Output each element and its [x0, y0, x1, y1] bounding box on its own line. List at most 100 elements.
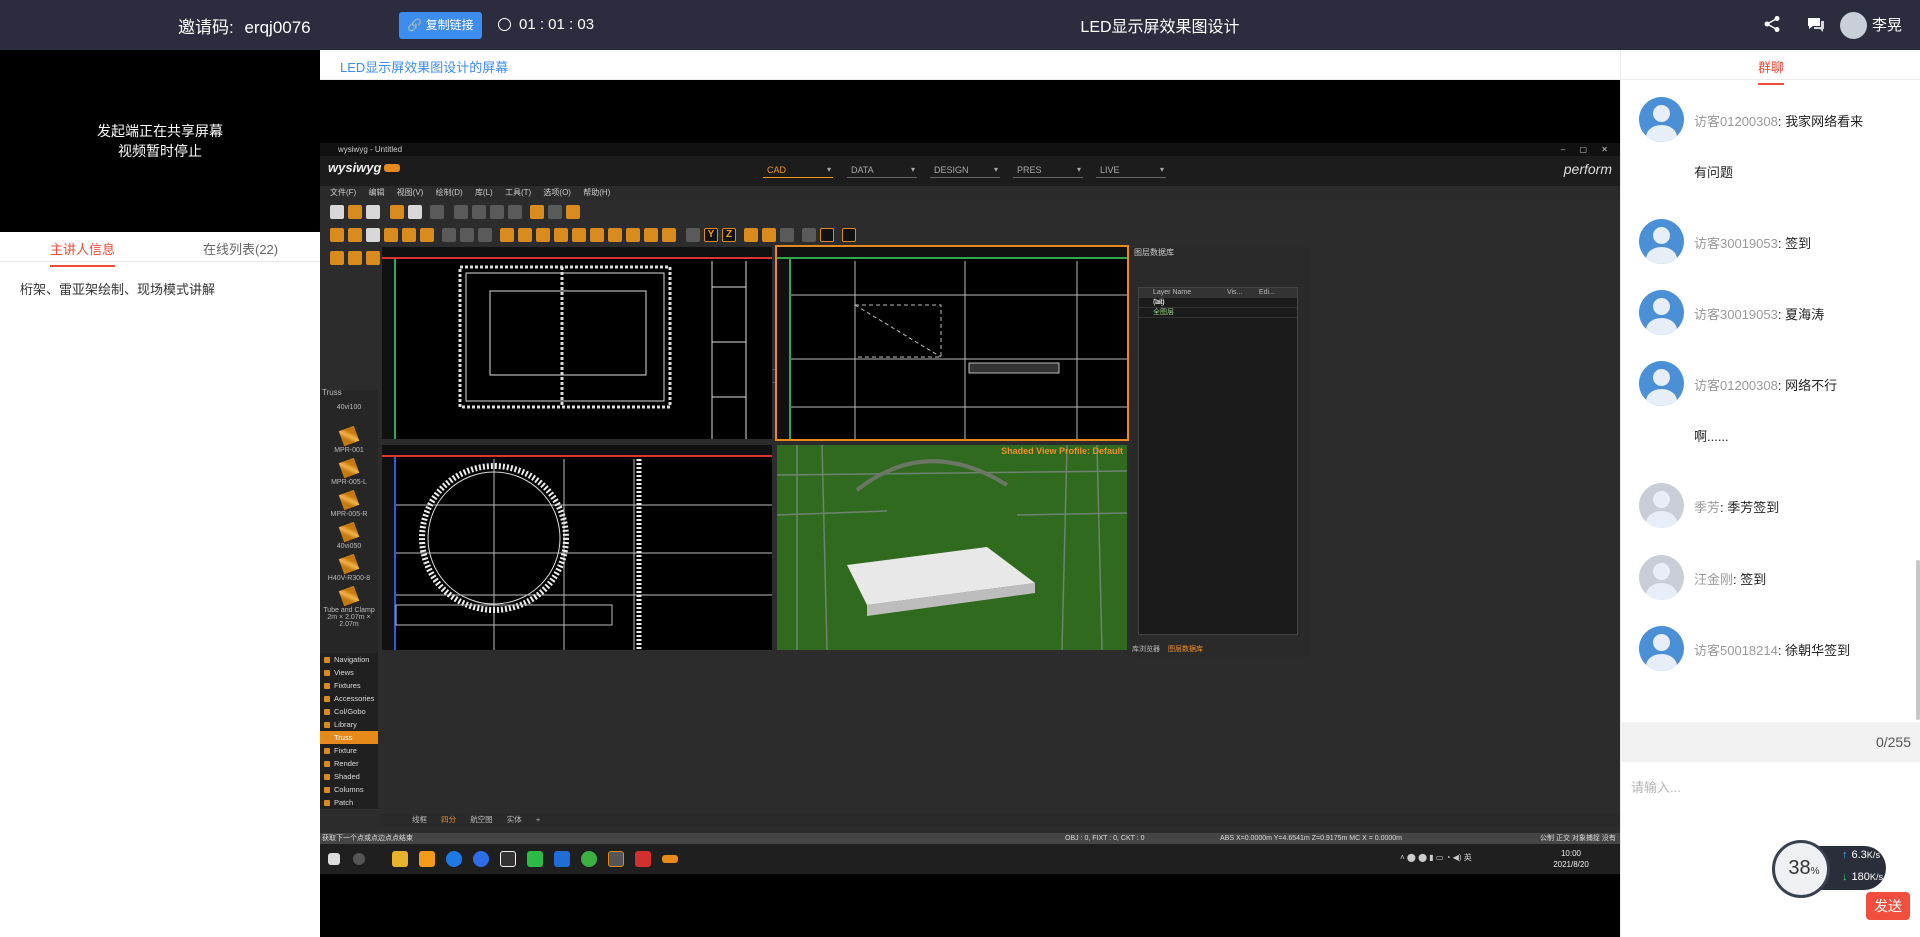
point-tool-icon[interactable] — [330, 251, 344, 265]
category-navigation[interactable]: Navigation — [320, 653, 378, 667]
chat-bubble-icon[interactable] — [1806, 15, 1826, 35]
line-tool-icon[interactable] — [348, 251, 362, 265]
mode-tab-data[interactable]: DATA — [847, 164, 917, 178]
menu-edit[interactable]: 编辑 — [368, 188, 384, 197]
library-item[interactable]: H40V-R300-8 — [320, 553, 378, 582]
menu-draw[interactable]: 绘制(D) — [436, 188, 463, 197]
snap-5-icon[interactable] — [518, 228, 532, 242]
category-truss[interactable]: Truss — [320, 731, 378, 745]
app-icon-6[interactable] — [662, 855, 678, 863]
print-icon[interactable] — [408, 205, 422, 219]
axis-z-icon[interactable]: Z — [722, 228, 736, 242]
snap-1-icon[interactable] — [442, 228, 456, 242]
menu-options[interactable]: 选项(O) — [543, 188, 571, 197]
library-item[interactable]: 40vi050 — [320, 521, 378, 550]
library-item[interactable]: MPR-001 — [320, 425, 378, 454]
hand-icon[interactable] — [780, 228, 794, 242]
view-box-5-icon[interactable] — [402, 228, 416, 242]
axis-y-icon[interactable]: Y — [704, 228, 718, 242]
snap-2-icon[interactable] — [460, 228, 474, 242]
category-fixture-groups[interactable]: Fixture Groups — [320, 744, 378, 769]
axis-x-icon[interactable] — [686, 228, 700, 242]
mode-tab-cad[interactable]: CAD — [763, 164, 833, 178]
move-up-icon[interactable] — [744, 228, 758, 242]
tray-area[interactable]: ˄ ⬤ ⬤ ▮ ▭ ◔ ◀) 英 — [1400, 852, 1472, 863]
browser-icon[interactable] — [473, 851, 489, 867]
send-button[interactable]: 发送 — [1866, 892, 1910, 920]
user-avatar[interactable] — [1840, 12, 1867, 39]
app-icon-2[interactable] — [446, 851, 462, 867]
undo-history-icon[interactable] — [430, 205, 444, 219]
tab-solid[interactable]: 实体 — [507, 815, 522, 824]
taskbar-clock[interactable]: 10:00 2021/8/20 — [1544, 848, 1598, 870]
app-icon-1[interactable] — [419, 851, 435, 867]
menu-tools[interactable]: 工具(T) — [505, 188, 531, 197]
tab-wireframe[interactable]: 线框 — [412, 815, 427, 824]
library-item[interactable]: Tube and Clamp 2m × 2.07m × 2.07m — [320, 585, 378, 628]
menu-view[interactable]: 视图(V) — [397, 188, 424, 197]
viewport-front[interactable] — [382, 445, 772, 650]
snap-12-icon[interactable] — [644, 228, 658, 242]
tab-layer-database[interactable]: 图层数据库 — [1168, 646, 1203, 653]
view-box-1-icon[interactable] — [330, 228, 344, 242]
tab-online-list[interactable]: 在线列表(22) — [203, 239, 278, 258]
undo-icon[interactable] — [530, 205, 544, 219]
category-columns[interactable]: Columns — [320, 783, 378, 797]
category-views[interactable]: Views — [320, 666, 378, 680]
paste-icon[interactable] — [490, 205, 504, 219]
open-folder-icon[interactable] — [348, 205, 362, 219]
grid-icon[interactable] — [802, 228, 816, 242]
snap-3-icon[interactable] — [478, 228, 492, 242]
app-icon-3[interactable] — [554, 851, 570, 867]
library-item[interactable]: MPR-005-L — [320, 457, 378, 486]
circle-tool-icon[interactable] — [366, 251, 380, 265]
save-icon[interactable] — [366, 205, 380, 219]
snap-6-icon[interactable] — [536, 228, 550, 242]
view-box-6-icon[interactable] — [420, 228, 434, 242]
mode-tab-design[interactable]: DESIGN — [930, 164, 1000, 178]
share-icon[interactable] — [1762, 15, 1782, 35]
snap-9-icon[interactable] — [590, 228, 604, 242]
wysiwyg-taskbar-icon[interactable] — [608, 851, 624, 867]
menu-library[interactable]: 库(L) — [475, 188, 493, 197]
snap-11-icon[interactable] — [626, 228, 640, 242]
measure-icon[interactable] — [820, 228, 834, 242]
network-speed-widget[interactable]: 38% ↑ 6.3K/s ↓ 180K/s — [1772, 840, 1888, 898]
snap-4-icon[interactable] — [500, 228, 514, 242]
file-explorer-icon[interactable] — [392, 851, 408, 867]
move-icon[interactable] — [762, 228, 776, 242]
category-shaded-view[interactable]: Shaded View... — [320, 770, 378, 795]
cut-icon[interactable] — [454, 205, 468, 219]
viewport-shaded[interactable]: Shaded View Profile: Default — [777, 445, 1127, 650]
print-preview-icon[interactable] — [390, 205, 404, 219]
snap-13-icon[interactable] — [662, 228, 676, 242]
tab-aerial[interactable]: 航空图 — [470, 815, 493, 824]
new-file-icon[interactable] — [330, 205, 344, 219]
tab-group-chat[interactable]: 群聊 — [1621, 50, 1920, 85]
category-fixtures[interactable]: Fixtures — [320, 679, 378, 693]
menu-file[interactable]: 文件(F) — [330, 188, 356, 197]
copy-icon[interactable] — [472, 205, 486, 219]
view-box-2-icon[interactable] — [348, 228, 362, 242]
snap-7-icon[interactable] — [554, 228, 568, 242]
mode-tab-pres[interactable]: PRES — [1013, 164, 1083, 178]
snap-8-icon[interactable] — [572, 228, 586, 242]
app-icon-5[interactable] — [635, 851, 651, 867]
category-render[interactable]: Render — [320, 757, 378, 771]
refresh-icon[interactable] — [566, 205, 580, 219]
viewport-side[interactable] — [775, 245, 1129, 441]
window-controls[interactable]: ‒ ▢ ✕ — [1561, 143, 1614, 156]
category-patch[interactable]: Patch — [320, 796, 378, 810]
viewport-top[interactable] — [382, 247, 772, 439]
view-box-4-icon[interactable] — [384, 228, 398, 242]
wechat-icon[interactable] — [527, 851, 543, 867]
library-item[interactable]: 40vi100 — [320, 404, 378, 411]
view-box-3-icon[interactable] — [366, 228, 380, 242]
category-accessories[interactable]: Accessories — [320, 692, 378, 706]
category-col-gobo[interactable]: Col/Gobo — [320, 705, 378, 719]
windows-start-icon[interactable] — [328, 853, 340, 865]
category-library[interactable]: Library — [320, 718, 378, 732]
tab-quad[interactable]: 四分 — [441, 815, 456, 824]
app-icon-4[interactable] — [581, 851, 597, 867]
dimension-icon[interactable] — [842, 228, 856, 242]
